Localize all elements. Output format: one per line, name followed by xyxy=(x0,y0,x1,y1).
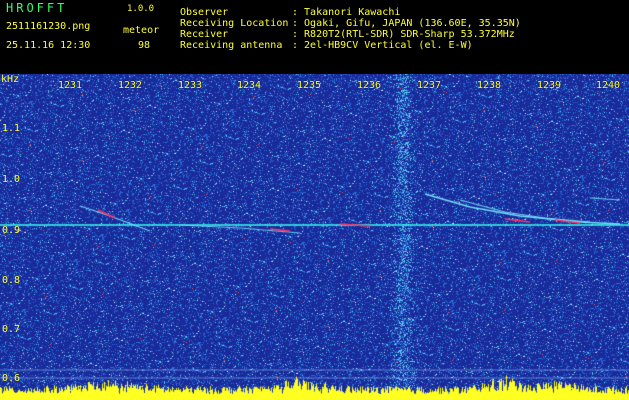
meteor-label: meteor xyxy=(123,25,160,36)
y-tick-1-1: 1.1 xyxy=(2,123,21,134)
date-time: 25.11.16 12:30 xyxy=(6,40,91,51)
label-antenna: Receiving antenna xyxy=(180,40,283,51)
x-tick-1232: 1232 xyxy=(118,80,143,91)
x-tick-1238: 1238 xyxy=(477,80,502,91)
x-tick-1231: 1231 xyxy=(58,80,83,91)
spectrogram-plot xyxy=(0,74,629,400)
x-tick-1233: 1233 xyxy=(178,80,203,91)
x-tick-1236: 1236 xyxy=(357,80,382,91)
y-tick-0-6: 0.6 xyxy=(2,373,21,384)
value-observer: : Takanori Kawachi xyxy=(292,7,401,18)
x-tick-1240: 1240 xyxy=(596,80,621,91)
y-tick-0-9: 0.9 xyxy=(2,225,21,236)
app-version: 1.0.0 xyxy=(127,4,155,14)
label-location: Receiving Location xyxy=(180,18,289,29)
header-panel: HROFFT 1.0.0 2511161230.png meteor 25.11… xyxy=(0,0,629,74)
x-tick-1237: 1237 xyxy=(417,80,442,91)
app-logo: HROFFT xyxy=(6,1,68,15)
meteor-count: 98 xyxy=(138,40,151,51)
x-tick-1239: 1239 xyxy=(537,80,562,91)
y-axis-unit: kHz xyxy=(1,74,20,85)
value-antenna: : 2el-HB9CV Vertical (el. E-W) xyxy=(292,40,473,51)
x-tick-1234: 1234 xyxy=(237,80,262,91)
label-receiver: Receiver xyxy=(180,29,229,40)
y-tick-0-8: 0.8 xyxy=(2,275,21,286)
x-tick-1235: 1235 xyxy=(297,80,322,91)
value-location: : Ogaki, Gifu, JAPAN (136.60E, 35.35N) xyxy=(292,18,521,29)
spectrogram-canvas xyxy=(0,74,629,400)
label-observer: Observer xyxy=(180,7,229,18)
value-receiver: : R820T2(RTL-SDR) SDR-Sharp 53.372MHz xyxy=(292,29,515,40)
y-tick-0-7: 0.7 xyxy=(2,324,21,335)
file-name: 2511161230.png xyxy=(6,21,91,32)
y-tick-1-0: 1.0 xyxy=(2,174,21,185)
